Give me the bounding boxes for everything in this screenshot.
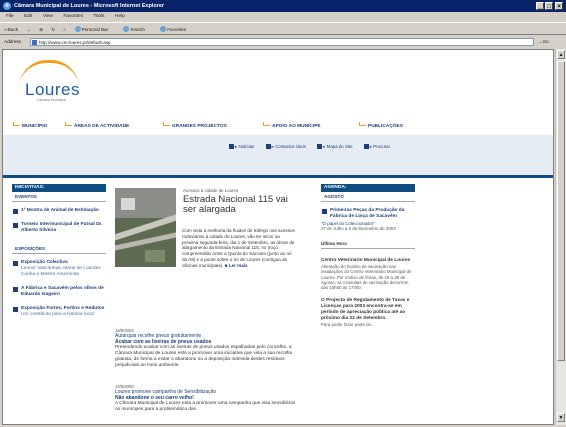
exposicao-link[interactable]: Exposição Colectiva Leonor Vasconhas, Mar… — [12, 260, 106, 278]
favorites-button[interactable]: Favorites — [160, 23, 193, 36]
eventos-heading: EVENTOS — [12, 192, 106, 202]
page-icon — [32, 40, 37, 45]
address-label: Address — [4, 39, 21, 44]
iniciativas-column: INICIATIVAS: EVENTOS 1ª Mostra de Animal… — [12, 184, 106, 424]
go-button[interactable]: →Go — [538, 38, 549, 46]
browser-window: e Câmara Municipal de Loures - Microsoft… — [0, 0, 566, 427]
title-bar: e Câmara Municipal de Loures - Microsoft… — [0, 0, 566, 12]
exposicao-link[interactable]: A Fábrica e Sacavém pelos olhos de Eduar… — [12, 286, 106, 298]
iniciativas-header: INICIATIVAS: — [12, 184, 106, 192]
secondary-nav: ▸ Notícias ▸ Contactos Úteis ▸ Mapa do S… — [229, 144, 400, 150]
menu-tools[interactable]: Tools — [93, 14, 104, 19]
nav-grandes-projectos[interactable]: GRANDES PROJECTOS — [163, 122, 227, 129]
bullet-icon — [265, 144, 271, 149]
bulletin-body: Para poder fazer parte do... — [321, 321, 375, 327]
scroll-down-button[interactable]: ▼ — [557, 413, 565, 422]
forward-button[interactable]: → — [26, 23, 31, 36]
scroll-up-button[interactable]: ▲ — [557, 50, 565, 59]
agenda-header: AGENDA: — [321, 184, 415, 192]
nav-publicacoes[interactable]: PUBLICAÇÕES — [359, 122, 403, 129]
news-body: Pretendendo acabar com as lixeiras de pn… — [115, 345, 293, 368]
arrow-icon — [65, 122, 72, 126]
agenda-link[interactable]: Primeiras Peças da Produção da Fábrica d… — [321, 208, 415, 220]
personal-bar-icon — [74, 26, 81, 32]
toolbar: ⇦Back → ⊗ ↻ ⌂ Personal Bar Search Favori… — [0, 22, 566, 35]
nav-municipio[interactable]: MUNICÍPIO — [13, 122, 47, 129]
refresh-button[interactable]: ↻ — [51, 23, 55, 36]
arrow-icon — [13, 122, 20, 126]
stop-button[interactable]: ⊗ — [39, 23, 43, 36]
ie-icon: e — [3, 2, 11, 10]
bullet-icon — [363, 144, 369, 149]
agenda-month: AGOSTO — [321, 192, 415, 202]
header-divider — [3, 175, 553, 178]
bulletin-body: Alteração do horário de vacinação nas in… — [321, 263, 412, 291]
menu-favorites[interactable]: Favorites — [63, 14, 83, 19]
bullet-icon — [317, 144, 323, 149]
arrow-icon — [163, 122, 170, 126]
home-button[interactable]: ⌂ — [64, 23, 67, 36]
exposicao-link[interactable]: Exposição Fortes, Fortins e Redutos Um co… — [12, 306, 106, 318]
news-body: A Câmara Municipal de Loures está a prom… — [115, 401, 296, 412]
subnav-mapa[interactable]: ▸ Mapa do Site — [317, 144, 357, 149]
scroll-thumb[interactable] — [557, 61, 565, 361]
bulletin-title[interactable]: O Projecto de Regulamento de Taxas e Lic… — [321, 298, 415, 322]
site-header: Loures Câmara Municipal — [3, 50, 553, 116]
site-logo[interactable]: Loures — [25, 80, 80, 100]
headline-kicker: Acessos à cidade de Loures — [183, 188, 239, 193]
subnav-procurar[interactable]: ▸ Procurar — [363, 144, 395, 149]
search-icon — [123, 26, 130, 32]
lead-paragraph: Com vista à melhoria da fluidez de tráfe… — [182, 228, 295, 268]
menu-help[interactable]: Help — [115, 14, 125, 19]
page-viewport: Loures Câmara Municipal MUNICÍPIO ÁREAS … — [2, 49, 554, 425]
back-button[interactable]: ⇦Back — [4, 23, 18, 36]
news-column: Acessos à cidade de Loures Estrada Nacio… — [113, 184, 298, 424]
favorites-icon — [160, 26, 167, 32]
address-url: http://www.cm-loures.pt/default.asp — [39, 40, 111, 45]
address-input[interactable]: http://www.cm-loures.pt/default.asp — [30, 38, 534, 46]
agenda-column: AGENDA: AGOSTO Primeiras Peças da Produç… — [321, 184, 415, 424]
evento-link[interactable]: Torneio Intermunicipal de Futsal Dr. Alb… — [12, 222, 106, 234]
main-navigation: MUNICÍPIO ÁREAS DE ACTIVIDADE GRANDES PR… — [3, 120, 553, 132]
nav-apoio-municipe[interactable]: APOIO AO MUNÍCIPE — [263, 122, 321, 129]
close-button[interactable]: × — [555, 2, 563, 10]
vertical-scrollbar[interactable]: ▲ ▼ — [555, 49, 566, 425]
minimize-button[interactable]: _ — [536, 2, 544, 10]
arrow-icon — [263, 122, 270, 126]
search-button[interactable]: Search — [123, 23, 152, 36]
menu-file[interactable]: File — [6, 14, 14, 19]
secondary-nav-band: ▸ Notícias ▸ Contactos Úteis ▸ Mapa do S… — [3, 135, 553, 175]
arrow-icon — [359, 122, 366, 126]
read-more-link[interactable]: ■ Ler mais — [225, 263, 248, 268]
menu-view[interactable]: View — [43, 14, 53, 19]
headline[interactable]: Estrada Nacional 115 vai ser alargada — [183, 195, 298, 215]
address-bar: Address http://www.cm-loures.pt/default.… — [0, 36, 566, 48]
bulletin-title[interactable]: Centro Veterinário Municipal de Loures — [321, 258, 415, 264]
bullet-icon — [229, 144, 234, 149]
nav-areas-actividade[interactable]: ÁREAS DE ACTIVIDADE — [65, 122, 129, 129]
maximize-button[interactable]: □ — [545, 2, 553, 10]
ultima-hora-heading: Última Hora — [321, 239, 415, 249]
news-item: 14/8/2003 Loures promove campanha de Sen… — [115, 384, 297, 413]
subnav-contactos[interactable]: ▸ Contactos Úteis — [265, 144, 311, 149]
agenda-date: 27 de Julho a 6 de Dezembro de 2003 — [321, 226, 396, 232]
menu-edit[interactable]: Edit — [24, 14, 32, 19]
exposicoes-heading: EXPOSIÇÕES — [12, 244, 106, 254]
news-item: 16/8/2003 Autarquia recolhe pneus gratui… — [115, 328, 297, 369]
evento-link[interactable]: 1ª Mostra de Animal de Estimação — [12, 208, 106, 214]
menu-bar: File Edit View Favorites Tools Help — [0, 12, 566, 21]
logo-subtitle: Câmara Municipal — [37, 98, 66, 102]
window-title: Câmara Municipal de Loures - Microsoft I… — [14, 3, 165, 9]
subnav-noticias[interactable]: ▸ Notícias — [229, 144, 259, 149]
personal-bar-button[interactable]: Personal Bar — [74, 23, 116, 36]
